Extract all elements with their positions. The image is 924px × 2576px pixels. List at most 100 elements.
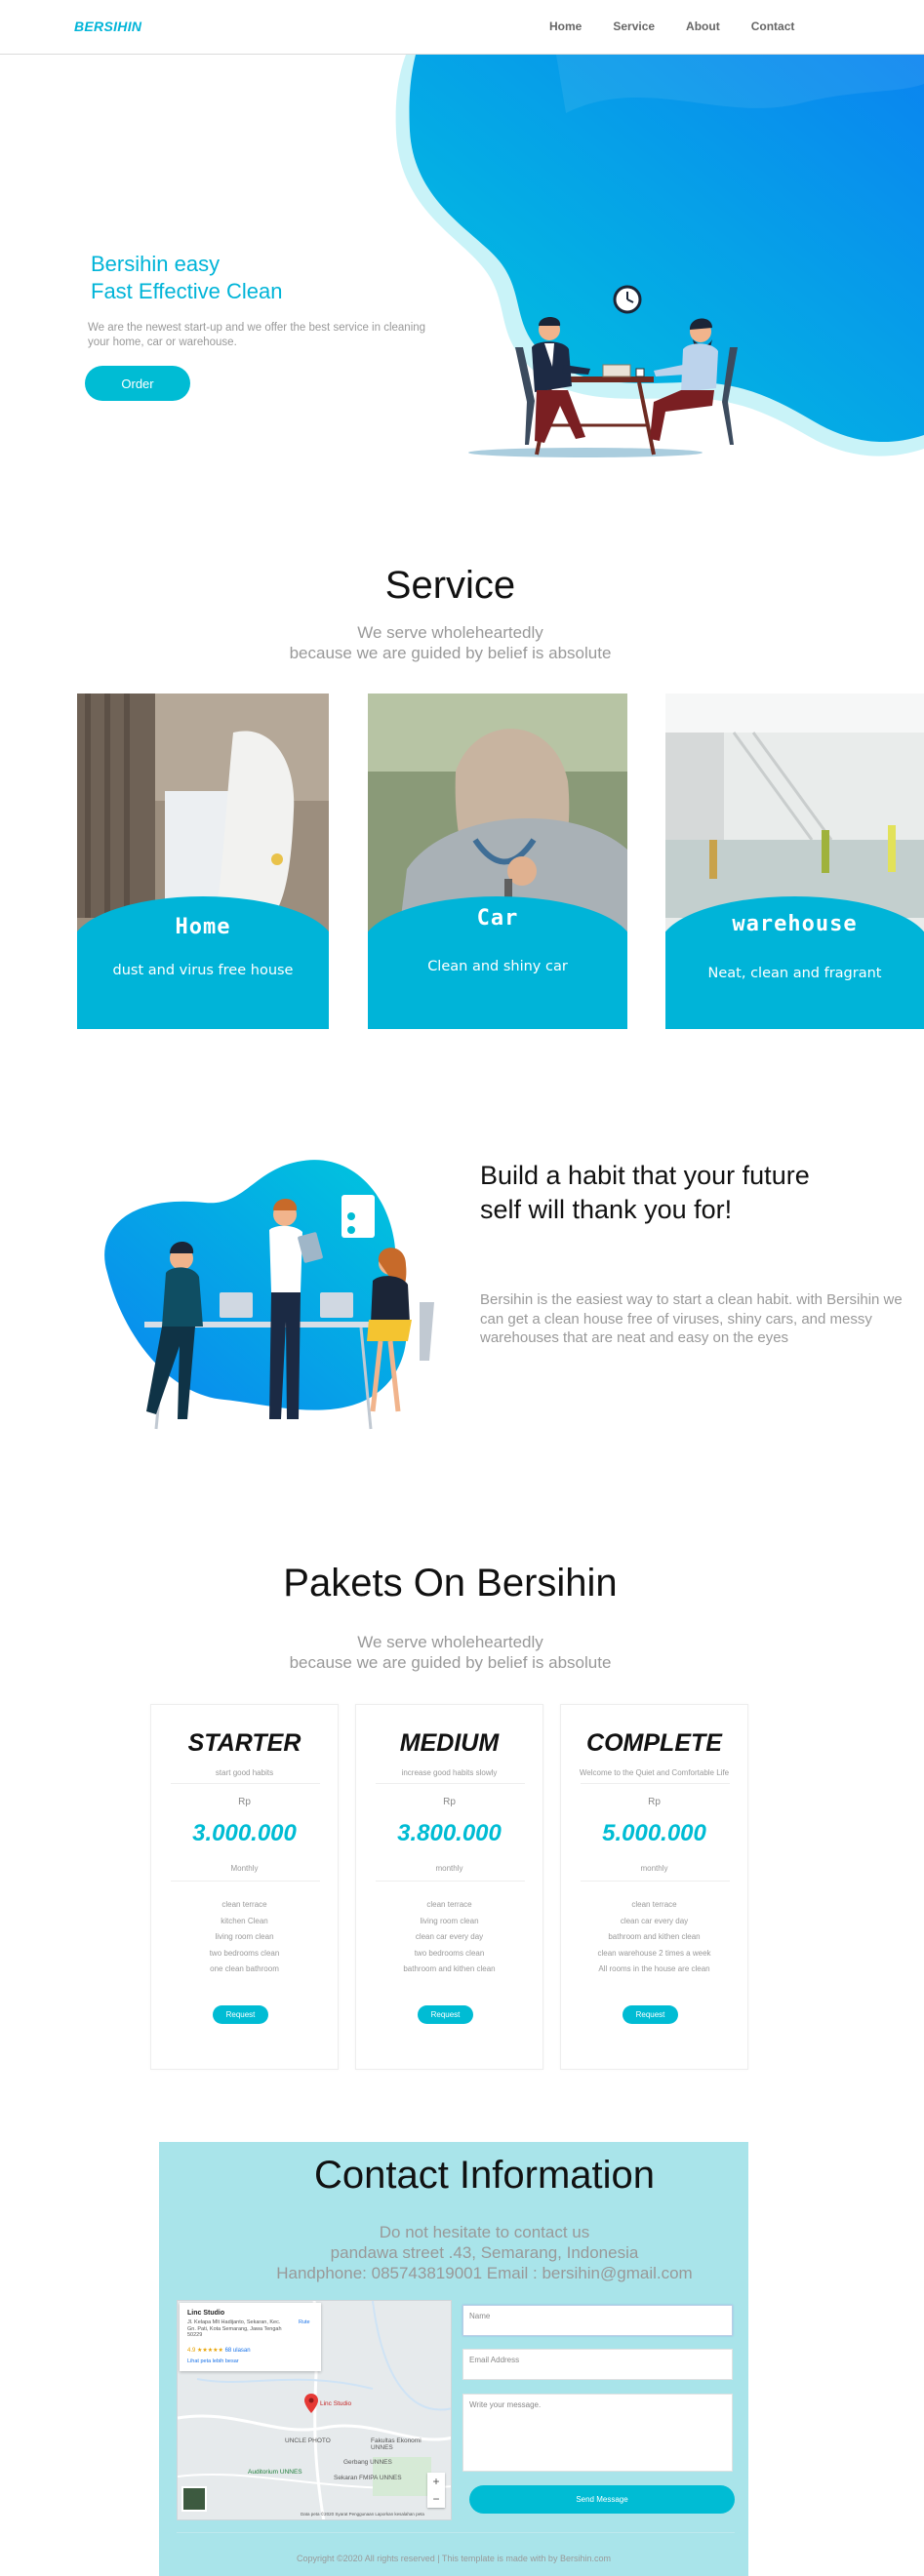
feature-item: bathroom and kithen clean [608, 1932, 701, 1941]
paket-tagline: start good habits [215, 1768, 274, 1777]
nav-links: Home Service About Contact [549, 20, 825, 33]
divider [581, 1783, 730, 1784]
paket-price: 3.800.000 [397, 1820, 502, 1846]
divider [581, 1881, 730, 1882]
feature-item: clean car every day [415, 1932, 484, 1941]
card-desc-warehouse: Neat, clean and fragrant [707, 966, 882, 981]
feature-item: All rooms in the house are clean [598, 1964, 710, 1973]
copyright-text: Copyright ©2020 All rights reserved | Th… [297, 2554, 611, 2563]
service-subtitle-1: We serve wholeheartedly [357, 623, 543, 642]
name-input[interactable]: Name [462, 2305, 733, 2336]
paket-name: STARTER [187, 1729, 301, 1757]
paket-tagline: Welcome to the Quiet and Comfortable Lif… [579, 1768, 730, 1777]
feature-item: one clean bathroom [210, 1964, 279, 1973]
divider [171, 1881, 320, 1882]
paket-currency: Rp [238, 1797, 251, 1807]
embedded-map[interactable]: Linc Studio UNCLE PHOTO Fakultas Ekonomi… [177, 2300, 452, 2520]
paket-price: 3.000.000 [192, 1820, 297, 1846]
paket-name: MEDIUM [399, 1729, 500, 1757]
hero-title-line-1: Bersihin easy [91, 252, 221, 276]
paket-features: clean terrace kitchen Clean living room … [151, 1897, 338, 1978]
hero-title-line-2: Fast Effective Clean [91, 279, 283, 303]
paket-period: monthly [640, 1864, 668, 1873]
feature-item: clean warehouse 2 times a week [597, 1948, 711, 1958]
contact-line-1: Do not hesitate to contact us [379, 2223, 590, 2241]
pakets-title: Pakets On Bersihin [283, 1562, 618, 1605]
email-input[interactable]: Email Address [462, 2349, 733, 2380]
nav-link-home[interactable]: Home [549, 20, 582, 33]
request-button-complete[interactable]: Request [623, 2005, 678, 2024]
map-pin-icon[interactable] [304, 2394, 318, 2413]
service-card-car[interactable]: Car Clean and shiny car [368, 694, 627, 1029]
feature-item: clean terrace [426, 1900, 472, 1909]
request-button-starter[interactable]: Request [213, 2005, 268, 2024]
habit-title: Build a habit that your future self will… [480, 1161, 810, 1224]
paket-card-complete: COMPLETE Welcome to the Quiet and Comfor… [560, 1704, 748, 2070]
nav-link-about[interactable]: About [686, 20, 720, 33]
feature-item: bathroom and kithen clean [403, 1964, 496, 1973]
map-rating-stars: 4.9 ★★★★★ [187, 2348, 223, 2354]
feature-item: clean terrace [221, 1900, 267, 1909]
feature-item: clean terrace [631, 1900, 677, 1909]
paket-currency: Rp [443, 1797, 456, 1807]
feature-item: living room clean [420, 1916, 479, 1925]
map-label: Sekaran FMIPA UNNES [334, 2475, 402, 2481]
map-footer: Data peta ©2020 Syarat Penggunaan Lapork… [301, 2512, 424, 2517]
brand-logo[interactable]: BERSIHIN [74, 19, 141, 34]
paket-tagline: increase good habits slowly [401, 1768, 498, 1777]
map-rating: 4.9 ★★★★★ 68 ulasan [187, 2347, 251, 2354]
pakets-subtitle-2: because we are guided by belief is absol… [289, 1653, 612, 1672]
order-button[interactable]: Order [85, 366, 190, 401]
paket-period: Monthly [230, 1864, 259, 1873]
hero-illustration [395, 55, 924, 457]
paket-features: clean terrace living room clean clean ca… [356, 1897, 542, 1978]
map-label: UNCLE PHOTO [285, 2437, 331, 2444]
nav-link-contact[interactable]: Contact [751, 20, 795, 33]
paket-currency: Rp [648, 1797, 661, 1807]
paket-features: clean terrace clean car every day bathro… [561, 1897, 747, 1978]
card-desc-home: dust and virus free house [112, 963, 294, 978]
map-label: Auditorium UNNES [248, 2469, 302, 2476]
feature-item: living room clean [215, 1932, 274, 1941]
map-label: Fakultas Ekonomi UNNES [371, 2437, 422, 2451]
map-zoom-control[interactable]: + − [427, 2473, 445, 2508]
request-button-medium[interactable]: Request [418, 2005, 473, 2024]
feature-item: two bedrooms clean [209, 1948, 280, 1958]
contact-phone-email: Handphone: 085743819001 Email : bersihin… [276, 2264, 693, 2282]
paket-price: 5.000.000 [602, 1820, 706, 1846]
card-desc-car: Clean and shiny car [427, 959, 568, 974]
map-label: Linc Studio [320, 2400, 352, 2407]
map-place-name: Linc Studio [187, 2310, 225, 2317]
paket-card-medium: MEDIUM increase good habits slowly Rp 3.… [355, 1704, 543, 2070]
card-title-warehouse: warehouse [732, 912, 858, 936]
map-reviews-link[interactable]: 68 ulasan [225, 2348, 251, 2354]
message-textarea[interactable]: Write your message. [462, 2394, 733, 2472]
service-title: Service [384, 564, 516, 607]
habit-text: Bersihin is the easiest way to start a c… [480, 1291, 903, 1346]
contact-title: Contact Information [313, 2154, 656, 2197]
service-card-home[interactable]: Home dust and virus free house [77, 694, 329, 1029]
map-place-address: Jl. Kelapa Mlt Hadijanto, Sekaran, Kec. … [187, 2319, 282, 2338]
map-info-card: Linc Studio Jl. Kelapa Mlt Hadijanto, Se… [180, 2303, 321, 2371]
hero-subtitle: We are the newest start-up and we offer … [88, 322, 426, 348]
map-satellite-toggle[interactable] [181, 2486, 207, 2512]
footer-divider [177, 2532, 735, 2533]
top-navbar: BERSIHIN Home Service About Contact [0, 0, 924, 55]
paket-card-starter: STARTER start good habits Rp 3.000.000 M… [150, 1704, 339, 2070]
paket-period: monthly [435, 1864, 463, 1873]
contact-address: pandawa street .43, Semarang, Indonesia [330, 2243, 639, 2262]
feature-item: kitchen Clean [221, 1916, 268, 1925]
nav-link-service[interactable]: Service [613, 20, 655, 33]
card-title-home: Home [175, 915, 231, 939]
send-message-button[interactable]: Send Message [469, 2485, 735, 2514]
map-label: Gerbang UNNES [343, 2459, 392, 2466]
map-route-link[interactable]: Rute [299, 2319, 310, 2325]
paket-name: COMPLETE [586, 1729, 722, 1757]
contact-section: Contact Information Do not hesitate to c… [159, 2142, 748, 2576]
pakets-subtitle-1: We serve wholeheartedly [357, 1633, 543, 1651]
service-card-warehouse[interactable]: warehouse Neat, clean and fragrant [665, 694, 924, 1029]
service-subtitle-2: because we are guided by belief is absol… [289, 644, 612, 662]
map-larger-link[interactable]: Lihat peta lebih besar [187, 2358, 239, 2364]
clock-icon [613, 285, 642, 314]
divider [376, 1783, 525, 1784]
